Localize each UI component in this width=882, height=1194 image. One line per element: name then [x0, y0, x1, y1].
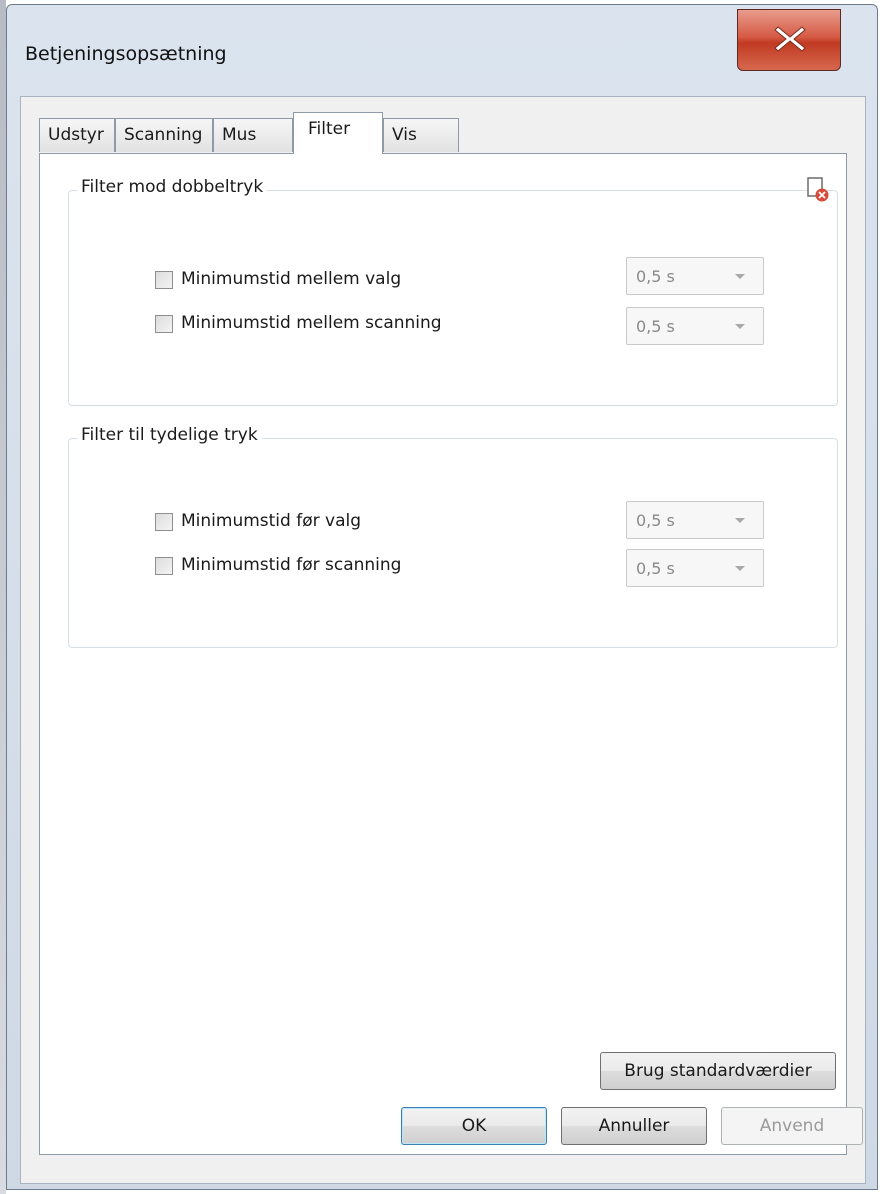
group-clear-press: Filter til tydelige tryk Minimumstid før… — [68, 425, 838, 648]
window-title: Betjeningsopsætning — [25, 43, 227, 65]
combo-value: 0,5 s — [636, 511, 675, 530]
use-defaults-button[interactable]: Brug standardværdier — [600, 1052, 836, 1090]
combo-value: 0,5 s — [636, 559, 675, 578]
dialog-client: Udstyr Scanning Mus Filter Vis Filter mo… — [20, 96, 866, 1184]
combo-min-before-scanning[interactable]: 0,5 s — [626, 549, 764, 587]
close-button[interactable] — [737, 9, 841, 71]
checkbox-min-before-select[interactable] — [155, 513, 173, 531]
close-x-icon — [774, 26, 806, 52]
chevron-down-icon — [735, 518, 745, 523]
group-title: Filter mod dobbeltryk — [77, 177, 268, 197]
title-bar[interactable]: Betjeningsopsætning — [7, 5, 877, 89]
tab-udstyr[interactable]: Udstyr — [39, 118, 115, 152]
combo-min-between-scanning[interactable]: 0,5 s — [626, 307, 764, 345]
chevron-down-icon — [735, 324, 745, 329]
chevron-down-icon — [735, 274, 745, 279]
checkbox-min-before-scanning[interactable] — [155, 557, 173, 575]
combo-min-before-select[interactable]: 0,5 s — [626, 501, 764, 539]
dialog-window: Betjeningsopsætning Udstyr Scanning Mus … — [6, 4, 878, 1190]
tab-label: Mus — [222, 125, 257, 145]
cancel-button[interactable]: Annuller — [561, 1107, 707, 1145]
label-min-before-select: Minimumstid før valg — [181, 511, 361, 531]
tab-vis[interactable]: Vis — [383, 118, 459, 152]
ok-button[interactable]: OK — [401, 1107, 547, 1145]
label-min-between-select: Minimumstid mellem valg — [181, 269, 402, 289]
tab-label: Filter — [308, 119, 351, 139]
chevron-down-icon — [735, 566, 745, 571]
label-min-before-scanning: Minimumstid før scanning — [181, 555, 402, 575]
tab-label: Vis — [392, 125, 417, 145]
tab-label: Scanning — [124, 125, 203, 145]
tab-label: Udstyr — [48, 125, 104, 145]
checkbox-min-between-select[interactable] — [155, 271, 173, 289]
filter-tab-panel: Filter mod dobbeltryk Minimumstid mellem… — [39, 153, 847, 1155]
apply-button[interactable]: Anvend — [721, 1107, 863, 1145]
label-min-between-scanning: Minimumstid mellem scanning — [181, 313, 442, 333]
tab-filter[interactable]: Filter — [293, 112, 383, 154]
group-title: Filter til tydelige tryk — [77, 425, 262, 445]
tab-mus[interactable]: Mus — [213, 118, 293, 152]
combo-value: 0,5 s — [636, 267, 675, 286]
checkbox-min-between-scanning[interactable] — [155, 315, 173, 333]
combo-value: 0,5 s — [636, 317, 675, 336]
document-reset-icon[interactable] — [807, 177, 831, 203]
group-double-press: Filter mod dobbeltryk Minimumstid mellem… — [68, 177, 838, 406]
tab-scanning[interactable]: Scanning — [115, 118, 213, 152]
combo-min-between-select[interactable]: 0,5 s — [626, 257, 764, 295]
